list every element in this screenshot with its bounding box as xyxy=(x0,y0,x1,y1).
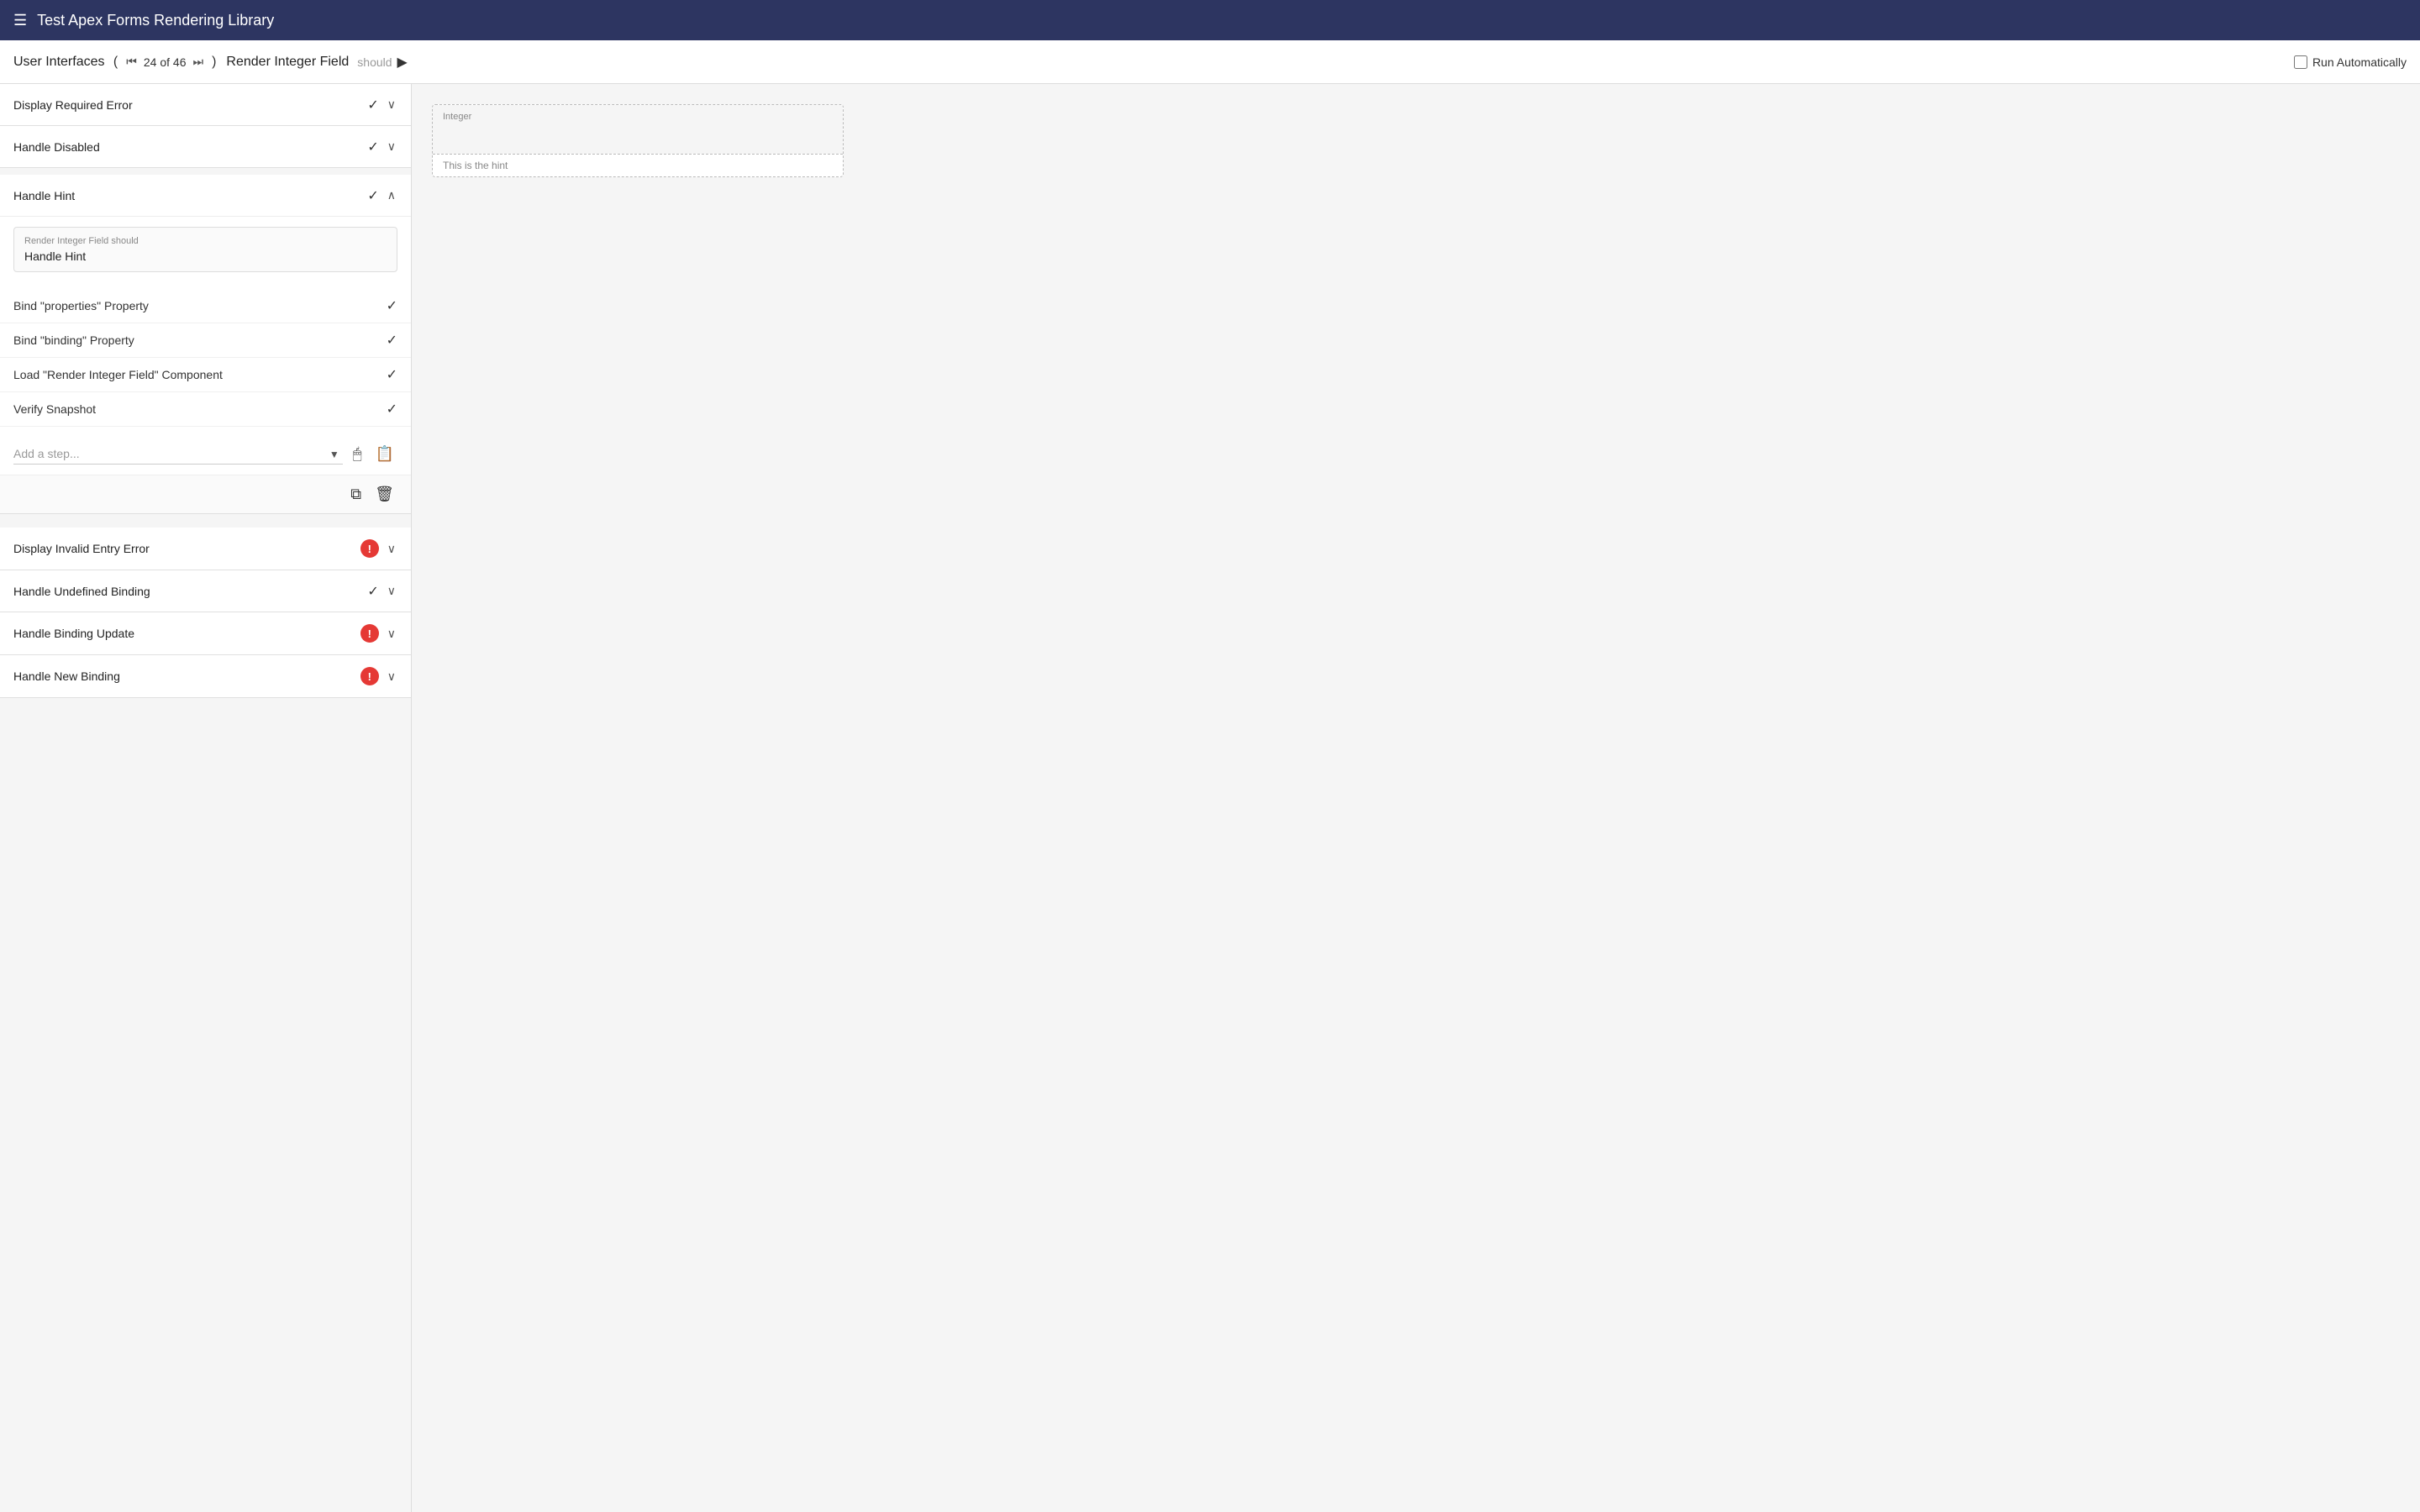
run-automatically-control: Run Automatically xyxy=(2294,55,2407,69)
list-item-label: Display Required Error xyxy=(13,98,133,112)
step-item: Load "Render Integer Field" Component xyxy=(0,358,411,392)
list-item-actions: ! ∨ xyxy=(360,667,397,685)
nav-first-button[interactable]: ⏮ xyxy=(123,53,140,71)
add-step-select-wrapper: Add a step... ▼ xyxy=(13,444,343,465)
list-item-label: Handle Binding Update xyxy=(13,627,134,640)
list-item-label: Handle Undefined Binding xyxy=(13,585,150,598)
list-item-label: Handle New Binding xyxy=(13,669,120,683)
description-sub: Render Integer Field should xyxy=(24,236,387,246)
expanded-section-label: Handle Hint xyxy=(13,189,75,202)
nav-open-paren: ( xyxy=(109,55,118,70)
hint-text: This is the hint xyxy=(433,154,843,176)
field-label: Integer xyxy=(433,105,843,122)
list-item-actions: ! ∨ xyxy=(360,624,397,643)
expanded-section-actions: ∧ xyxy=(367,186,397,204)
list-item: Handle Disabled ∨ xyxy=(0,126,411,168)
action-row: ⧉ 🗑 xyxy=(0,475,411,513)
exclamation-icon: ! xyxy=(368,627,371,640)
menu-icon[interactable]: ☰ xyxy=(13,12,27,29)
list-item: Handle Undefined Binding ∨ xyxy=(0,570,411,612)
app-title: Test Apex Forms Rendering Library xyxy=(37,12,274,29)
expanded-section: Handle Hint ∧ Render Integer Field shoul… xyxy=(0,175,411,514)
nav-close-paren: ) xyxy=(212,55,216,70)
check-icon xyxy=(367,187,378,204)
list-item-actions: ∨ xyxy=(367,96,397,113)
check-icon xyxy=(367,139,378,155)
nav-controls: ⏮ 24 of 46 ⏭ xyxy=(123,53,207,71)
step-label: Verify Snapshot xyxy=(13,402,96,416)
nav-last-button[interactable]: ⏭ xyxy=(189,53,207,71)
collapse-button[interactable]: ∨ xyxy=(386,96,397,113)
test-title: Render Integer Field xyxy=(226,55,349,70)
check-icon xyxy=(387,332,397,349)
description-box: Render Integer Field should Handle Hint xyxy=(13,227,397,272)
collapse-button[interactable]: ∨ xyxy=(386,540,397,558)
integer-field-input[interactable] xyxy=(433,122,843,154)
section-gap xyxy=(0,521,411,528)
collapse-button[interactable]: ∨ xyxy=(386,138,397,155)
field-wrapper: Integer This is the hint xyxy=(432,104,844,177)
left-panel: Display Required Error ∨ Handle Disabled… xyxy=(0,84,412,1512)
error-badge: ! xyxy=(360,539,379,558)
form-preview: Integer This is the hint xyxy=(432,104,844,177)
list-item: Handle Binding Update ! ∨ xyxy=(0,612,411,655)
step-item: Bind "binding" Property xyxy=(0,323,411,358)
collapse-button[interactable]: ∨ xyxy=(386,625,397,643)
add-step-row: Add a step... ▼ 🖱 📋 xyxy=(0,433,411,475)
list-item-actions: ∨ xyxy=(367,582,397,600)
run-automatically-label: Run Automatically xyxy=(2312,55,2407,69)
run-automatically-checkbox[interactable] xyxy=(2294,55,2307,69)
nav-position: 24 of 46 xyxy=(144,55,187,69)
check-icon xyxy=(367,583,378,600)
delete-section-button[interactable]: 🗑 xyxy=(371,484,397,505)
list-item-label: Handle Disabled xyxy=(13,140,100,154)
main-content: Display Required Error ∨ Handle Disabled… xyxy=(0,84,2420,1512)
step-item: Verify Snapshot xyxy=(0,392,411,427)
subheader: User Interfaces ( ⏮ 24 of 46 ⏭ ) Render … xyxy=(0,40,2420,84)
step-label: Bind "binding" Property xyxy=(13,333,134,347)
list-item: Display Required Error ∨ xyxy=(0,84,411,126)
error-badge: ! xyxy=(360,624,379,643)
list-item-actions: ∨ xyxy=(367,138,397,155)
section-gap xyxy=(0,168,411,175)
add-step-select[interactable]: Add a step... xyxy=(13,444,343,465)
copy-section-button[interactable]: ⧉ xyxy=(347,484,365,505)
section-title: User Interfaces xyxy=(13,55,104,70)
right-panel: Integer This is the hint xyxy=(412,84,2420,1512)
list-item-label: Display Invalid Entry Error xyxy=(13,542,150,555)
list-item: Display Invalid Entry Error ! ∨ xyxy=(0,528,411,570)
steps-list: Bind "properties" Property Bind "binding… xyxy=(0,282,411,433)
check-icon xyxy=(387,401,397,417)
app-header: ☰ Test Apex Forms Rendering Library xyxy=(0,0,2420,40)
exclamation-icon: ! xyxy=(368,670,371,683)
check-icon xyxy=(387,366,397,383)
collapse-button[interactable]: ∨ xyxy=(386,668,397,685)
check-icon xyxy=(367,97,378,113)
expanded-section-header: Handle Hint ∧ xyxy=(0,175,411,217)
subheader-left: User Interfaces ( ⏮ 24 of 46 ⏭ ) Render … xyxy=(13,53,408,71)
list-item: Handle New Binding ! ∨ xyxy=(0,655,411,698)
should-label: should xyxy=(357,55,392,69)
play-button[interactable]: ▶ xyxy=(397,54,408,71)
step-label: Bind "properties" Property xyxy=(13,299,149,312)
check-icon xyxy=(387,297,397,314)
step-item: Bind "properties" Property xyxy=(0,289,411,323)
mouse-icon-button[interactable]: 🖱 xyxy=(350,444,366,465)
collapse-expanded-button[interactable]: ∧ xyxy=(386,186,397,204)
clipboard-icon-button[interactable]: 📋 xyxy=(372,444,397,465)
exclamation-icon: ! xyxy=(368,543,371,555)
error-badge: ! xyxy=(360,667,379,685)
step-label: Load "Render Integer Field" Component xyxy=(13,368,223,381)
collapse-button[interactable]: ∨ xyxy=(386,582,397,600)
list-item-actions: ! ∨ xyxy=(360,539,397,558)
description-main: Handle Hint xyxy=(24,249,387,263)
